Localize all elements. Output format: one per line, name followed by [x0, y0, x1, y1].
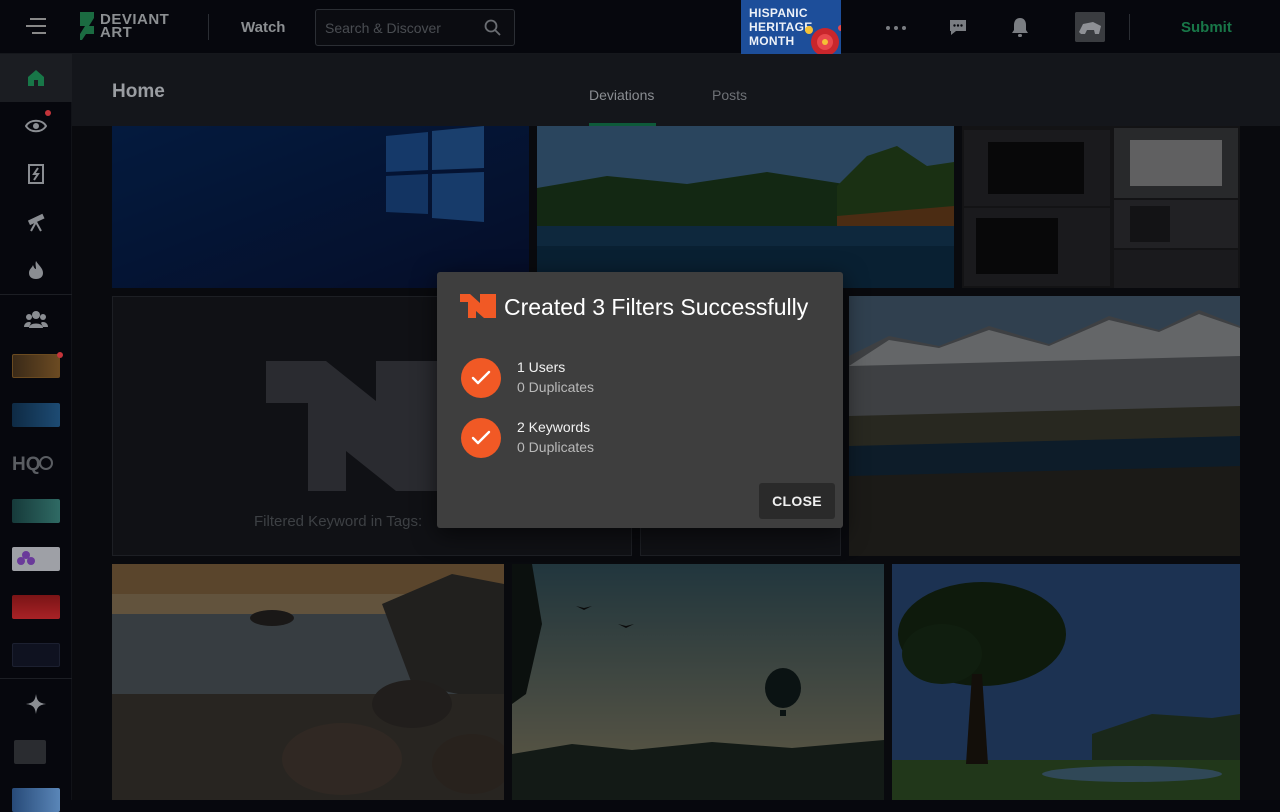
close-button[interactable]: CLOSE: [759, 483, 835, 519]
divider: [1129, 14, 1130, 40]
search-icon[interactable]: [484, 19, 502, 37]
group-hq[interactable]: HQ: [12, 451, 60, 475]
result-count: 2 Keywords: [517, 419, 591, 435]
hispanic-heritage-month-banner[interactable]: HISPANIC HERITAGE MONTH: [741, 0, 841, 54]
sidebar-item-core[interactable]: [0, 680, 72, 728]
deviantart-mark-icon: [80, 12, 94, 40]
messages-icon[interactable]: [948, 17, 968, 37]
left-sidebar: HQ: [0, 54, 72, 812]
image-overlay: [112, 126, 529, 288]
svg-text:HQ: HQ: [12, 454, 41, 475]
group-danicci[interactable]: [12, 643, 60, 667]
user-avatar[interactable]: [1075, 12, 1105, 42]
telescope-icon: [27, 213, 45, 232]
notifications-bell-icon[interactable]: [1010, 16, 1030, 38]
sidebar-item-popular[interactable]: [0, 246, 72, 294]
more-options-icon[interactable]: [886, 26, 906, 30]
home-icon: [28, 70, 44, 86]
divider: [208, 14, 209, 40]
page-title: Home: [112, 81, 165, 102]
result-duplicates: 0 Duplicates: [517, 439, 595, 455]
logo-wordmark: DEVIANT ART: [100, 11, 170, 41]
result-count: 1 Users: [517, 359, 566, 375]
sidebar-item-deviations[interactable]: [0, 150, 72, 198]
group-inner-space[interactable]: [12, 354, 60, 378]
checkmark-icon: [471, 430, 491, 445]
group-blue-photo[interactable]: [12, 788, 60, 812]
result-keywords: 2 Keywords 0 Duplicates: [461, 417, 821, 461]
hq-logo-icon: HQ: [12, 454, 53, 475]
deviation-thumbnail-tree[interactable]: [892, 564, 1240, 800]
deviation-thumbnail-mountains[interactable]: [849, 296, 1240, 556]
deviation-icon: [28, 164, 44, 184]
submit-button[interactable]: Submit: [1181, 19, 1232, 36]
filtered-caption: Filtered Keyword in Tags:: [254, 513, 423, 530]
group-camera[interactable]: [14, 740, 46, 764]
result-duplicates: 0 Duplicates: [517, 379, 595, 395]
deviation-thumbnail-balloon[interactable]: [512, 564, 884, 800]
image-overlay: [537, 126, 954, 288]
image-overlay: [112, 564, 504, 800]
image-overlay: [962, 126, 1240, 288]
notification-dot: [57, 352, 63, 358]
purple-flower-icon: [17, 551, 35, 565]
sparkle-icon: [26, 694, 46, 714]
success-check-badge: [461, 418, 501, 458]
avatar-image: [1075, 12, 1105, 42]
sidebar-item-groups[interactable]: [0, 295, 72, 343]
search-box[interactable]: [315, 9, 515, 46]
notification-dot: [45, 110, 51, 116]
dialog-title: Created 3 Filters Successfully: [504, 294, 809, 320]
group-teal-wave[interactable]: [12, 499, 60, 523]
group-purple[interactable]: [12, 547, 60, 571]
page-subheader: Home Deviations Posts: [72, 54, 1280, 126]
image-overlay: [849, 296, 1240, 556]
sidebar-separator: [0, 678, 72, 679]
flame-icon: [29, 261, 43, 279]
deviation-thumbnail-rocky-shore[interactable]: [112, 564, 504, 800]
active-tab-indicator: [589, 123, 656, 126]
group-deep-blue[interactable]: [12, 403, 60, 427]
top-navigation-bar: DEVIANT ART Watch HISPANIC HERITAGE MONT…: [0, 0, 1280, 54]
result-users: 1 Users 0 Duplicates: [461, 357, 821, 401]
menu-icon[interactable]: [26, 18, 46, 36]
image-overlay: [892, 564, 1240, 800]
groups-icon: [24, 311, 48, 328]
success-check-badge: [461, 358, 501, 398]
deviation-thumbnail-windows[interactable]: [112, 126, 529, 288]
sidebar-item-watch[interactable]: [0, 102, 72, 150]
deviation-thumbnail-dark-theme[interactable]: [962, 126, 1240, 288]
image-overlay: [512, 564, 884, 800]
deviantart-logo[interactable]: DEVIANT ART: [78, 12, 169, 40]
sidebar-item-discover[interactable]: [0, 198, 72, 246]
watch-link[interactable]: Watch: [241, 19, 285, 36]
sidebar-item-home[interactable]: [0, 54, 72, 102]
search-input[interactable]: [325, 20, 475, 36]
tab-deviations[interactable]: Deviations: [589, 87, 654, 103]
eye-icon: [25, 119, 47, 133]
filter-extension-logo-icon: [460, 294, 496, 318]
group-red[interactable]: [12, 595, 60, 619]
tab-posts[interactable]: Posts: [712, 87, 747, 103]
filters-created-dialog: Created 3 Filters Successfully 1 Users 0…: [437, 272, 843, 528]
deviation-thumbnail-lake[interactable]: [537, 126, 954, 288]
flower-icon: [805, 25, 841, 54]
checkmark-icon: [471, 370, 491, 385]
